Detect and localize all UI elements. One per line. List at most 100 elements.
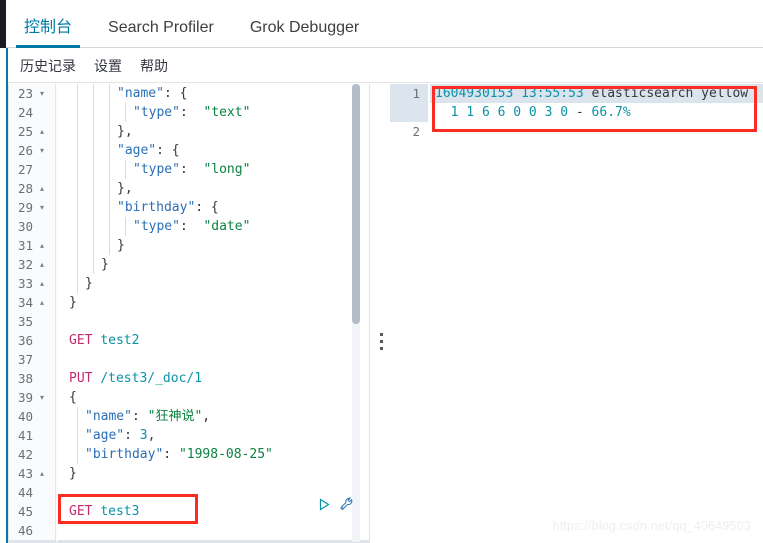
code-row[interactable]: } [57, 293, 369, 312]
fold-toggle-icon[interactable]: ▾ [37, 388, 47, 407]
response-line-number: 1 [412, 86, 420, 101]
fold-toggle-icon[interactable]: ▴ [37, 464, 47, 483]
gutter-row: 31 ▴ [9, 236, 55, 255]
menu-item-1[interactable]: 设置 [94, 56, 122, 76]
code-row[interactable]: } [57, 274, 369, 293]
code-row[interactable]: } [57, 464, 369, 483]
fold-toggle-icon[interactable]: ▾ [37, 84, 47, 103]
gutter-row: 46 [9, 521, 55, 540]
code-row[interactable]: "name": { [57, 84, 369, 103]
code-row[interactable]: "age": 3, [57, 426, 369, 445]
code-row[interactable]: "type": "long" [57, 160, 369, 179]
token: test2 [100, 333, 140, 348]
fold-toggle-icon[interactable]: ▴ [37, 236, 47, 255]
code-row[interactable]: "type": "text" [57, 103, 369, 122]
gutter-row: 23 ▾ [9, 84, 55, 103]
token: "狂神说" [147, 409, 203, 424]
request-editor-pane[interactable]: 23 ▾ 24 25 ▴ 26 ▾ 27 28 ▴ 29 ▾ 30 31 ▴ 32 ▴ 33 ▴ 34 ▴ 35 36 37 3… [8, 84, 370, 543]
line-number: 38 [17, 371, 33, 386]
response-token [513, 86, 521, 101]
code-row[interactable] [57, 312, 369, 331]
token: : [179, 219, 204, 234]
menu-item-0[interactable]: 历史记录 [20, 56, 76, 76]
wrench-icon[interactable] [340, 497, 354, 511]
code-row[interactable]: }, [57, 122, 369, 141]
gutter-row: 27 [9, 160, 55, 179]
line-number: 29 [17, 200, 33, 215]
editor-scrollbar-thumb[interactable] [352, 84, 360, 324]
code-text: } [57, 293, 77, 312]
line-number: 23 [17, 86, 33, 101]
editor-code-area[interactable]: "name": {"type": "text"}, "age": {"type":… [57, 84, 369, 542]
fold-toggle-icon[interactable]: ▴ [37, 179, 47, 198]
play-icon[interactable] [318, 497, 331, 511]
line-number: 30 [17, 219, 33, 234]
code-row[interactable]: { [57, 388, 369, 407]
fold-toggle-icon[interactable]: ▾ [37, 141, 47, 160]
response-pane[interactable]: 12 1604930153 13:55:53 elasticsearch yel… [390, 84, 763, 543]
token: : { [195, 200, 219, 215]
line-number: 28 [17, 181, 33, 196]
token: : [179, 162, 204, 177]
response-code-area[interactable]: 1604930153 13:55:53 elasticsearch yellow… [430, 84, 763, 543]
code-text: "age": 3, [57, 426, 155, 445]
code-row[interactable]: GET test2 [57, 331, 369, 350]
code-row[interactable]: "name": "狂神说", [57, 407, 369, 426]
line-number: 33 [17, 276, 33, 291]
gutter-row: 29 ▾ [9, 198, 55, 217]
menu-item-2[interactable]: 帮助 [140, 56, 168, 76]
token: "age" [85, 428, 125, 443]
tab-1[interactable]: Search Profiler [90, 20, 232, 47]
fold-toggle-icon[interactable]: ▴ [37, 293, 47, 312]
code-row[interactable] [57, 521, 369, 540]
code-row[interactable]: } [57, 236, 369, 255]
tab-0[interactable]: 控制台 [6, 20, 90, 48]
gutter-row: 30 [9, 217, 55, 236]
response-token: 1604930153 [435, 86, 514, 101]
token: } [101, 257, 109, 272]
fold-toggle-icon[interactable]: ▴ [37, 255, 47, 274]
token: }, [117, 181, 133, 196]
code-row[interactable]: "type": "date" [57, 217, 369, 236]
token: : [179, 105, 204, 120]
code-text: } [57, 274, 93, 293]
fold-toggle-icon[interactable]: ▴ [37, 274, 47, 293]
token: 3 [139, 428, 148, 443]
tab-2[interactable]: Grok Debugger [232, 20, 377, 47]
code-text: }, [57, 179, 133, 198]
code-row[interactable]: }, [57, 179, 369, 198]
token: "type" [133, 219, 180, 234]
code-text: } [57, 255, 109, 274]
line-number: 35 [17, 314, 33, 329]
code-text: GET test3 [57, 502, 139, 521]
request-actions[interactable] [318, 497, 354, 511]
code-row[interactable]: "birthday": "1998-08-25" [57, 445, 369, 464]
line-number: 25 [17, 124, 33, 139]
line-number: 32 [17, 257, 33, 272]
code-text: "name": { [57, 84, 187, 103]
code-row[interactable] [57, 350, 369, 369]
token: "birthday" [117, 200, 196, 215]
code-row[interactable]: "birthday": { [57, 198, 369, 217]
token: /test3/_doc/1 [100, 371, 203, 386]
token: : { [156, 143, 180, 158]
fold-toggle-icon[interactable]: ▴ [37, 122, 47, 141]
gutter-row: 25 ▴ [9, 122, 55, 141]
gutter-row: 35 [9, 312, 55, 331]
code-row[interactable]: PUT /test3/_doc/1 [57, 369, 369, 388]
pane-resize-handle[interactable] [374, 325, 388, 357]
fold-toggle-icon[interactable]: ▾ [37, 198, 47, 217]
console-menu-bar: 历史记录 设置 帮助 [8, 49, 763, 83]
line-number: 36 [17, 333, 33, 348]
token: } [85, 276, 93, 291]
gutter-row: 32 ▴ [9, 255, 55, 274]
line-number: 26 [17, 143, 33, 158]
token: GET [69, 333, 93, 348]
tab-bar: 控制台 Search Profiler Grok Debugger [6, 0, 763, 48]
token: "1998-08-25" [178, 447, 273, 462]
line-number: 34 [17, 295, 33, 310]
response-token: - [568, 105, 592, 120]
gutter-row: 43 ▴ [9, 464, 55, 483]
code-row[interactable]: } [57, 255, 369, 274]
code-row[interactable]: "age": { [57, 141, 369, 160]
